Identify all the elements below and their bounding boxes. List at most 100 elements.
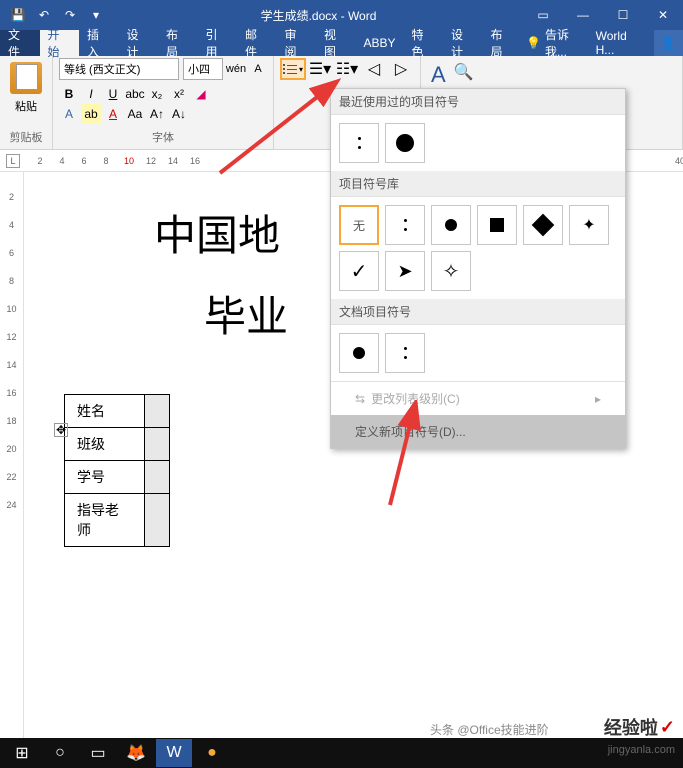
styles-icon[interactable]: A (431, 62, 446, 88)
taskview-icon[interactable]: ▭ (80, 739, 116, 767)
cell-empty[interactable] (145, 494, 170, 547)
maximize-icon[interactable]: ☐ (603, 0, 643, 30)
text-effects-icon[interactable]: A (59, 104, 79, 124)
multilevel-button[interactable]: ☷▾ (334, 58, 360, 80)
strikethrough-button[interactable]: abc (125, 84, 145, 104)
tab-layout[interactable]: 布局 (158, 30, 198, 56)
chevron-right-icon: ▸ (595, 392, 601, 406)
change-level-label: 更改列表级别(C) (371, 390, 460, 407)
bullets-button[interactable]: ▾ (280, 58, 306, 80)
shrink-font-icon[interactable]: A↓ (169, 104, 189, 124)
tab-selector[interactable]: L (6, 154, 20, 168)
lightbulb-icon: 💡 (526, 36, 541, 50)
tab-design[interactable]: 设计 (119, 30, 159, 56)
ribbon-tabs: 文件 开始 插入 设计 布局 引用 邮件 审阅 视图 ABBY 特色 设计 布局… (0, 30, 683, 56)
bullet-doc-disc[interactable] (339, 333, 379, 373)
bullet-recent-dots[interactable] (339, 123, 379, 163)
bullets-icon (283, 64, 297, 74)
cortana-icon[interactable]: ○ (42, 739, 78, 767)
tell-me[interactable]: 💡 告诉我... (526, 26, 590, 60)
toutiao-watermark: 头条 @Office技能进阶 (430, 721, 549, 738)
vertical-ruler[interactable]: 2 4 6 8 10 12 14 16 18 20 22 24 (0, 172, 24, 740)
char-shading-icon[interactable]: Aa (125, 104, 145, 124)
increase-indent-icon[interactable]: ▷ (388, 58, 414, 80)
table-row: 姓名 (65, 395, 170, 428)
info-table[interactable]: 姓名 班级 学号 指导老师 (64, 394, 170, 547)
tab-table-design[interactable]: 设计 (443, 30, 483, 56)
save-icon[interactable]: 💾 (6, 3, 30, 27)
bullet-lib-arrow[interactable]: ➤ (385, 251, 425, 291)
table-move-handle[interactable]: ✥ (54, 423, 68, 437)
tab-table-layout[interactable]: 布局 (483, 30, 523, 56)
numbering-button[interactable]: ☰▾ (307, 58, 333, 80)
change-list-level: ⇆ 更改列表级别(C) ▸ (331, 382, 625, 415)
char-border-icon[interactable]: A (249, 60, 267, 78)
cell-empty[interactable] (145, 428, 170, 461)
undo-icon[interactable]: ↶ (32, 3, 56, 27)
bullet-recent-disc[interactable] (385, 123, 425, 163)
chevron-down-icon: ▾ (299, 65, 303, 74)
paste-button[interactable]: 粘贴 (6, 58, 46, 114)
phonetic-guide-icon[interactable]: wén (227, 60, 245, 78)
tab-references[interactable]: 引用 (198, 30, 238, 56)
jingyanla-watermark: 经验啦 ✓ (604, 714, 675, 740)
bullet-doc-dots[interactable] (385, 333, 425, 373)
bullet-library-header: 项目符号库 (331, 171, 625, 197)
paste-label: 粘贴 (15, 98, 37, 114)
tab-mailings[interactable]: 邮件 (237, 30, 277, 56)
subscript-button[interactable]: x₂ (147, 84, 167, 104)
cell-empty[interactable] (145, 461, 170, 494)
font-name-select[interactable]: 等线 (西文正文) (59, 58, 179, 80)
watermark-text: 经验啦 (604, 714, 658, 740)
decrease-indent-icon[interactable]: ◁ (361, 58, 387, 80)
app-icon[interactable]: ● (194, 739, 230, 767)
doc-bullets-header: 文档项目符号 (331, 299, 625, 325)
qat-dropdown-icon[interactable]: ▾ (84, 3, 108, 27)
user-icon[interactable]: 👤 (654, 30, 683, 56)
bullet-none[interactable]: 无 (339, 205, 379, 245)
tab-special[interactable]: 特色 (404, 30, 444, 56)
tab-abbyy[interactable]: ABBY (356, 30, 404, 56)
clipboard-icon (10, 62, 42, 94)
firefox-icon[interactable]: 🦊 (118, 739, 154, 767)
cell-class[interactable]: 班级 (65, 428, 145, 461)
start-button[interactable]: ⊞ (4, 739, 40, 767)
cell-name[interactable]: 姓名 (65, 395, 145, 428)
clipboard-group-label: 剪贴板 (6, 129, 46, 147)
bullet-lib-colorful[interactable]: ✦ (569, 205, 609, 245)
share-link[interactable]: World H... (590, 29, 654, 57)
check-icon: ✓ (660, 717, 675, 738)
bullet-lib-dots[interactable] (385, 205, 425, 245)
font-size-select[interactable]: 小四 (183, 58, 223, 80)
bullet-lib-star4[interactable]: ✧ (431, 251, 471, 291)
tab-review[interactable]: 审阅 (277, 30, 317, 56)
bullets-dropdown: 最近使用过的项目符号 项目符号库 无 ✦ ✓ ➤ ✧ 文档项目符号 ⇆ 更改列表… (330, 88, 626, 449)
tab-insert[interactable]: 插入 (79, 30, 119, 56)
superscript-button[interactable]: x² (169, 84, 189, 104)
tab-file[interactable]: 文件 (0, 30, 40, 56)
group-font: 等线 (西文正文) 小四 wén A B I U abc x₂ x² ◢ A a… (53, 56, 274, 149)
italic-button[interactable]: I (81, 84, 101, 104)
bold-button[interactable]: B (59, 84, 79, 104)
grow-font-icon[interactable]: A↑ (147, 104, 167, 124)
bullet-lib-square[interactable] (477, 205, 517, 245)
highlight-icon[interactable]: ab (81, 104, 101, 124)
cell-empty[interactable] (145, 395, 170, 428)
quick-access-toolbar: 💾 ↶ ↷ ▾ (0, 3, 114, 27)
tab-home[interactable]: 开始 (40, 30, 80, 56)
underline-button[interactable]: U (103, 84, 123, 104)
close-icon[interactable]: ✕ (643, 0, 683, 30)
cell-id[interactable]: 学号 (65, 461, 145, 494)
bullet-lib-disc[interactable] (431, 205, 471, 245)
bullet-lib-check[interactable]: ✓ (339, 251, 379, 291)
font-color-icon[interactable]: A (103, 104, 123, 124)
group-clipboard: 粘贴 剪贴板 (0, 56, 53, 149)
word-taskbar-icon[interactable]: W (156, 739, 192, 767)
find-icon[interactable]: 🔍 (454, 62, 474, 88)
redo-icon[interactable]: ↷ (58, 3, 82, 27)
clear-format-icon[interactable]: ◢ (191, 84, 211, 104)
define-new-bullet[interactable]: 定义新项目符号(D)... (331, 415, 625, 448)
cell-advisor[interactable]: 指导老师 (65, 494, 145, 547)
tab-view[interactable]: 视图 (316, 30, 356, 56)
bullet-lib-diamond[interactable] (523, 205, 563, 245)
